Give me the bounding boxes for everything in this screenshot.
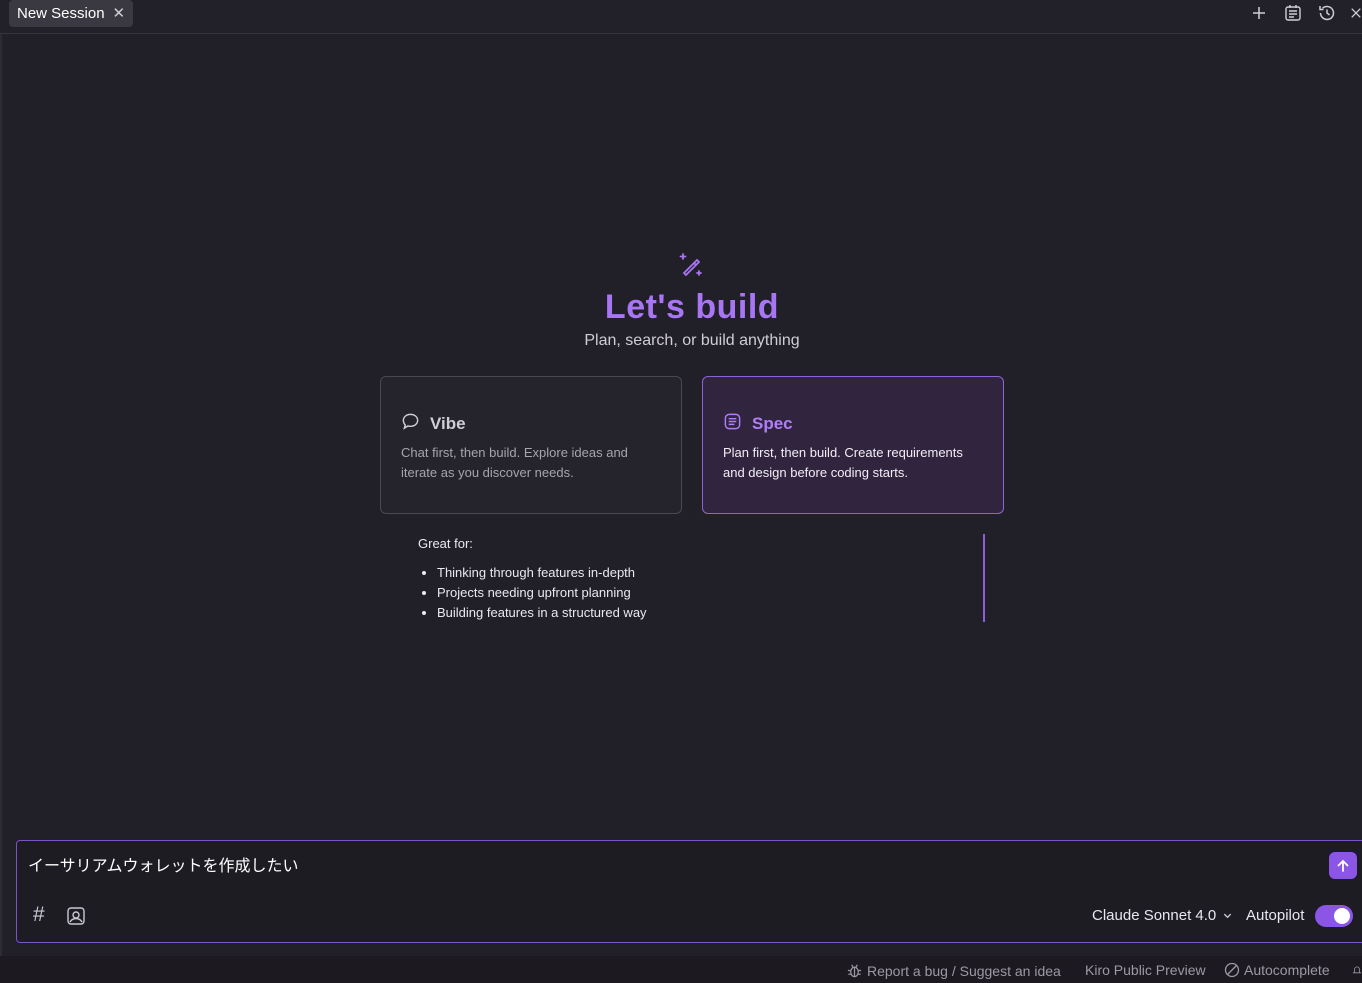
great-for-list: Thinking through features in-depth Proje… xyxy=(418,563,647,623)
report-bug-label: Report a bug / Suggest an idea xyxy=(867,962,1061,979)
spec-description: Plan first, then build. Create requireme… xyxy=(723,445,963,480)
tab-title: New Session xyxy=(17,5,105,22)
report-bug-link[interactable]: Report a bug / Suggest an idea xyxy=(846,962,1061,979)
autocomplete-label: Autocomplete xyxy=(1244,962,1330,978)
chat-composer[interactable]: イーサリアムウォレットを作成したい # Claude Sonnet 4.0 Au… xyxy=(16,840,1362,943)
accent-divider xyxy=(983,534,985,622)
great-for-section: Great for: Thinking through features in-… xyxy=(418,536,647,623)
list-item: Projects needing upfront planning xyxy=(437,583,647,603)
panel-edge xyxy=(0,34,2,956)
tab-actions xyxy=(1248,2,1362,24)
chat-input[interactable]: イーサリアムウォレットを作成したい xyxy=(28,852,299,876)
session-list-icon[interactable] xyxy=(1282,2,1304,24)
vibe-title: Vibe xyxy=(430,414,466,433)
toggle-knob xyxy=(1334,908,1350,924)
arrow-up-icon xyxy=(1337,859,1349,872)
magic-wand-icon xyxy=(677,251,705,279)
vibe-description: Chat first, then build. Explore ideas an… xyxy=(401,445,628,480)
spec-card-header: Spec xyxy=(723,412,793,436)
chat-bubble-icon xyxy=(401,412,420,436)
send-button[interactable] xyxy=(1329,852,1357,879)
history-icon[interactable] xyxy=(1316,2,1338,24)
model-selector[interactable]: Claude Sonnet 4.0 xyxy=(1092,907,1233,924)
public-preview-label[interactable]: Kiro Public Preview xyxy=(1085,962,1206,978)
tab-close-icon[interactable]: ✕ xyxy=(113,6,126,21)
vibe-mode-card[interactable]: Vibe Chat first, then build. Explore ide… xyxy=(380,376,682,514)
list-item: Thinking through features in-depth xyxy=(437,563,647,583)
vibe-card-header: Vibe xyxy=(401,412,466,436)
notification-bell-icon[interactable] xyxy=(1352,962,1362,978)
disabled-circle-icon xyxy=(1224,962,1240,978)
autocomplete-toggle[interactable]: Autocomplete xyxy=(1224,962,1330,978)
hero-subtitle: Plan, search, or build anything xyxy=(584,332,800,349)
chevron-down-icon xyxy=(1224,913,1232,919)
autopilot-toggle[interactable] xyxy=(1315,905,1353,927)
close-icon[interactable] xyxy=(1350,2,1362,24)
spec-title: Spec xyxy=(752,414,793,433)
list-item: Building features in a structured way xyxy=(437,603,647,623)
model-name: Claude Sonnet 4.0 xyxy=(1092,907,1217,924)
hash-context-button[interactable]: # xyxy=(33,903,45,927)
autopilot-label: Autopilot xyxy=(1246,907,1305,924)
hero-title: Let's build xyxy=(604,288,780,326)
tab-bar: New Session ✕ xyxy=(0,0,1362,34)
preview-text: Kiro Public Preview xyxy=(1085,962,1206,978)
plus-icon[interactable] xyxy=(1248,2,1270,24)
tab-new-session[interactable]: New Session ✕ xyxy=(9,0,134,27)
bug-icon xyxy=(847,964,862,978)
image-attach-icon[interactable] xyxy=(66,906,86,926)
spec-mode-card[interactable]: Spec Plan first, then build. Create requ… xyxy=(702,376,1004,514)
document-icon xyxy=(723,412,742,436)
status-bar: Report a bug / Suggest an idea Kiro Publ… xyxy=(0,956,1362,983)
great-for-label: Great for: xyxy=(418,536,473,551)
